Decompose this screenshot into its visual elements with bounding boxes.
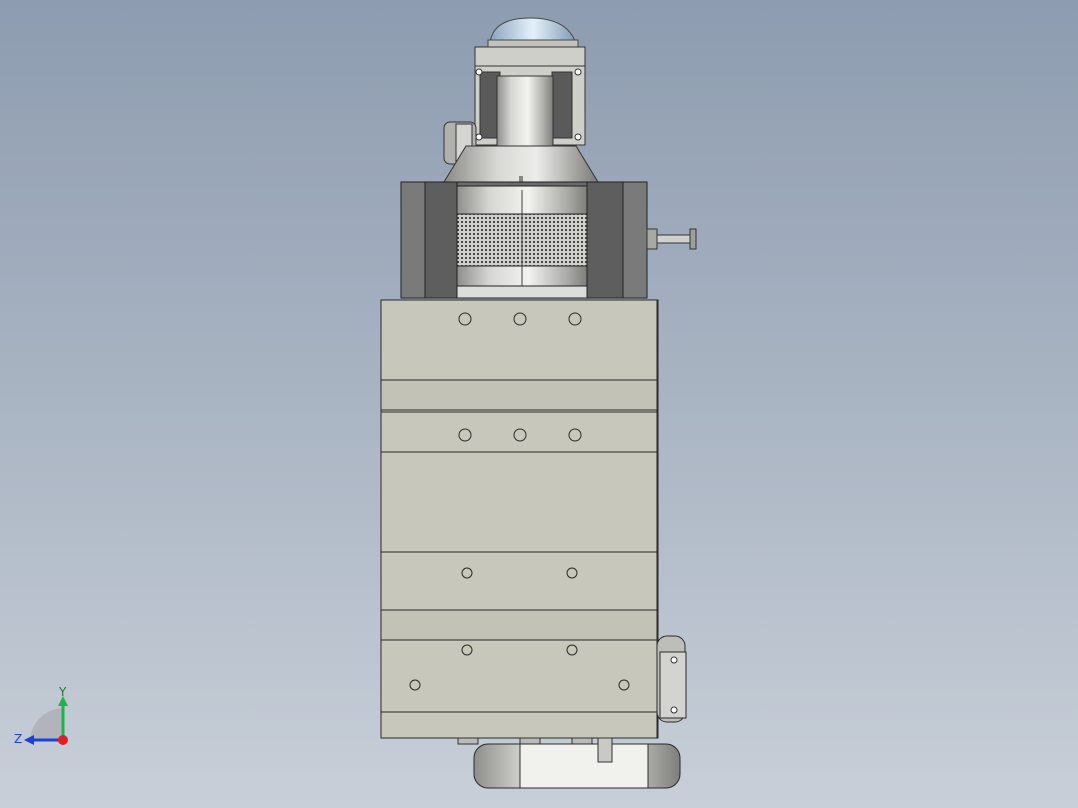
spindle-body: [380, 299, 659, 739]
triad-arc: [30, 708, 63, 740]
adjusting-screw: [646, 228, 697, 250]
z-axis-label: Z: [14, 732, 22, 746]
motor-housing: [474, 46, 586, 147]
x-axis-point-icon: [58, 735, 68, 745]
y-axis-label: Y: [58, 686, 67, 699]
spindle-head: [400, 181, 648, 299]
cooling-fan-cap: [487, 17, 579, 49]
cone-adapter: [443, 145, 599, 183]
z-axis-arrow-icon: [24, 735, 34, 745]
junction-box: [656, 635, 687, 723]
spindle-assembly-model[interactable]: [0, 0, 1078, 808]
cad-viewport[interactable]: Y Z: [0, 0, 1078, 808]
coordinate-triad: Y Z: [14, 686, 68, 746]
tool-holder-base: [457, 737, 681, 789]
